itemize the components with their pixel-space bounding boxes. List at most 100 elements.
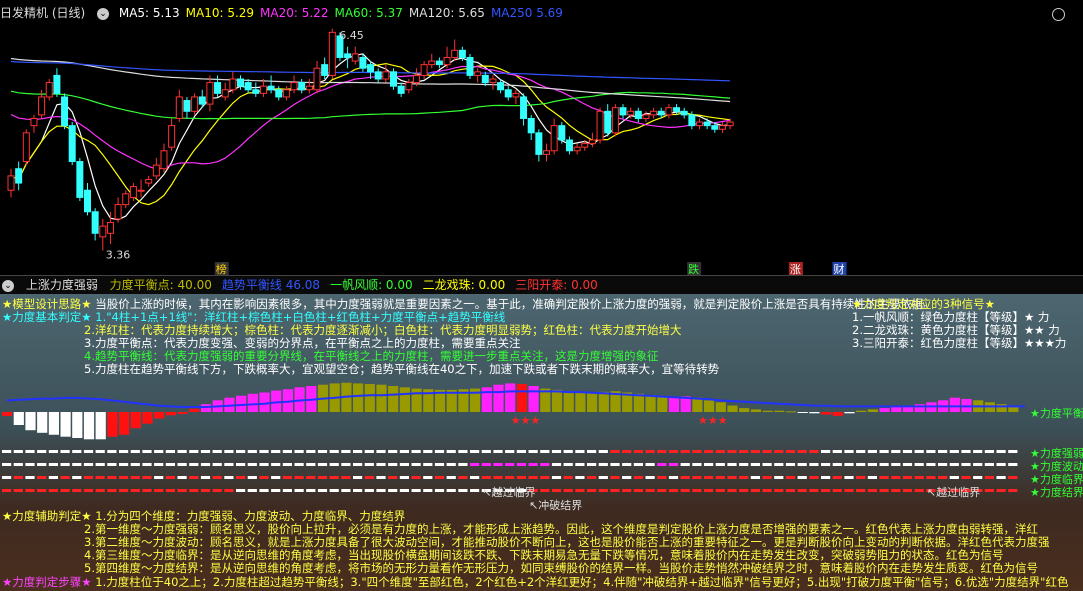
state-dash xyxy=(844,489,854,492)
state-dash xyxy=(458,489,468,492)
state-dash xyxy=(891,476,901,479)
state-dash xyxy=(902,476,913,479)
signal-stars: ★★★ xyxy=(511,414,541,427)
settings-circle-icon[interactable] xyxy=(1052,8,1065,21)
state-dash xyxy=(388,476,398,479)
svg-text:跌: 跌 xyxy=(688,262,699,275)
strength-bar xyxy=(785,411,797,413)
strength-bar xyxy=(376,384,387,412)
state-dash xyxy=(142,476,152,479)
state-dash xyxy=(575,489,585,492)
state-dash xyxy=(727,489,737,492)
event-tag[interactable]: 涨 xyxy=(788,262,803,275)
state-dash xyxy=(598,450,608,453)
crossing-note: ↖冲破结界 xyxy=(529,499,583,512)
strength-bar xyxy=(177,412,188,414)
strength-bar xyxy=(107,412,118,437)
strength-bar xyxy=(364,384,375,412)
state-dash xyxy=(434,463,445,466)
state-dash xyxy=(879,450,889,453)
state-dash xyxy=(680,450,690,453)
state-dash xyxy=(610,489,620,492)
strength-bar xyxy=(505,383,516,412)
state-dash xyxy=(914,489,924,492)
state-dash xyxy=(48,450,58,453)
state-dash xyxy=(563,489,573,492)
state-dash xyxy=(95,463,105,466)
state-dash xyxy=(259,476,269,479)
indicator-panel[interactable]: ★模型设计思路★ 当股价上涨的时候，其内在影响因素很多，其中力度强弱就是重要因素… xyxy=(0,294,1083,591)
candle xyxy=(390,68,397,90)
state-dash xyxy=(165,476,175,479)
state-dash xyxy=(528,463,538,466)
state-dash xyxy=(458,450,468,453)
state-dash xyxy=(423,476,433,479)
state-dash xyxy=(938,463,948,466)
state-dash xyxy=(680,463,690,466)
state-dash xyxy=(25,476,35,479)
strength-bar xyxy=(821,412,832,415)
state-dash xyxy=(750,476,760,479)
state-dash xyxy=(446,463,456,466)
strength-bar xyxy=(914,404,925,412)
state-dash xyxy=(692,463,702,466)
state-dash xyxy=(1008,489,1018,492)
state-dash xyxy=(364,450,374,453)
state-dash xyxy=(645,489,655,492)
state-dash xyxy=(142,463,152,466)
state-dash xyxy=(119,463,129,466)
state-dash xyxy=(610,476,620,479)
state-dash xyxy=(329,476,339,479)
price-chart[interactable]: 榜 跌 涨 财 6.45 3.36 xyxy=(0,0,1083,275)
state-dash xyxy=(212,450,222,453)
state-dash xyxy=(2,463,12,466)
state-dash xyxy=(399,450,409,453)
state-dash xyxy=(329,489,339,492)
state-dash xyxy=(130,489,140,492)
state-dash xyxy=(165,450,175,453)
high-price-label: 6.45 xyxy=(339,29,364,42)
event-tag[interactable]: 榜 xyxy=(214,262,229,275)
state-dash xyxy=(271,450,281,453)
chevron-down-icon[interactable]: ⌄ xyxy=(97,7,110,20)
main-chart-header: 日发精机 (日线) ⌄ MA5: 5.13 MA10: 5.29 MA20: 5.2… xyxy=(0,4,575,22)
state-dash xyxy=(622,450,632,453)
state-dash xyxy=(37,476,47,479)
event-tag[interactable]: 财 xyxy=(832,262,847,275)
state-dash xyxy=(996,450,1006,453)
state-dash xyxy=(610,450,620,453)
state-dash xyxy=(785,463,796,466)
strength-bar xyxy=(60,412,71,437)
state-dash xyxy=(645,476,655,479)
state-dash xyxy=(434,450,445,453)
strength-bar xyxy=(949,397,960,412)
state-dash xyxy=(528,476,538,479)
state-dash xyxy=(165,489,175,492)
state-dash xyxy=(224,450,234,453)
state-dash xyxy=(493,463,503,466)
state-dash xyxy=(984,476,994,479)
state-dash xyxy=(821,476,831,479)
state-dash xyxy=(902,489,913,492)
state-dash xyxy=(353,489,363,492)
state-dash xyxy=(376,450,386,453)
state-dash xyxy=(973,450,983,453)
strength-bar xyxy=(388,386,399,412)
state-dash xyxy=(739,450,749,453)
indicator-header: ⌄ 上涨力度强弱 力度平衡点: 40.00 趋势平衡线 46.08 一帆风顺: 0.… xyxy=(0,275,1083,295)
chevron-down-icon[interactable]: ⌄ xyxy=(2,279,14,292)
state-dash xyxy=(434,476,445,479)
state-dash xyxy=(961,463,971,466)
state-dash xyxy=(353,450,363,453)
state-dash xyxy=(832,450,842,453)
state-dash xyxy=(844,476,854,479)
state-dash xyxy=(247,450,257,453)
event-tag[interactable]: 跌 xyxy=(687,262,702,275)
indicator-legend-item: 力度平衡点: 40.00 xyxy=(109,278,212,292)
state-dash xyxy=(60,489,70,492)
state-dash xyxy=(364,463,374,466)
state-dash xyxy=(177,463,187,466)
state-dash xyxy=(107,463,117,466)
state-dash xyxy=(832,489,842,492)
state-dash xyxy=(165,463,175,466)
